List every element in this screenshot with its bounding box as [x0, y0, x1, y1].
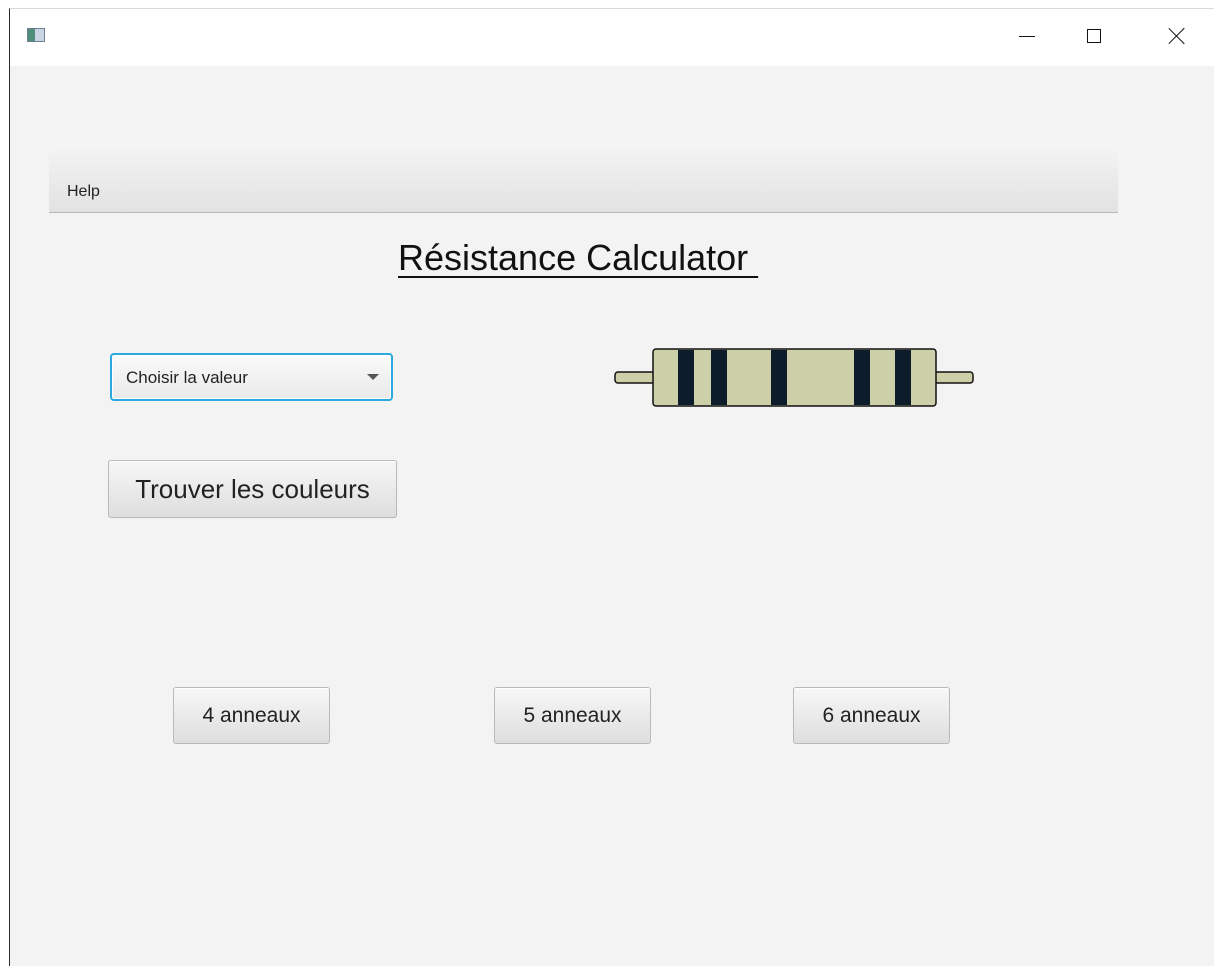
resistor-lead-left	[614, 371, 656, 384]
four-rings-button[interactable]: 4 anneaux	[173, 687, 330, 744]
minimize-icon	[1019, 35, 1035, 37]
maximize-icon	[1087, 29, 1101, 43]
value-select[interactable]: Choisir la valeur	[110, 353, 393, 401]
chevron-down-icon	[367, 374, 379, 380]
resistor-band	[711, 350, 727, 405]
resistor-lead-right	[932, 371, 974, 384]
title-bar[interactable]	[10, 9, 1214, 66]
resistor-band	[678, 350, 694, 405]
resistor-body	[652, 348, 937, 407]
resistor-band	[895, 350, 911, 405]
menu-bar: Help	[49, 145, 1118, 213]
resistor-band	[771, 350, 787, 405]
five-rings-button[interactable]: 5 anneaux	[494, 687, 651, 744]
menu-help[interactable]: Help	[65, 181, 102, 203]
maximize-button[interactable]	[1071, 9, 1117, 49]
resistor-band	[854, 350, 870, 405]
resistor-image	[614, 348, 974, 407]
app-icon	[27, 28, 45, 42]
find-colors-button[interactable]: Trouver les couleurs	[108, 460, 397, 518]
app-window: Help Résistance Calculator Choisir la va…	[9, 8, 1214, 966]
page-title: Résistance Calculator	[398, 237, 759, 278]
close-icon	[1168, 27, 1186, 45]
value-select-label: Choisir la valeur	[126, 368, 248, 387]
minimize-button[interactable]	[1004, 9, 1050, 49]
six-rings-button[interactable]: 6 anneaux	[793, 687, 950, 744]
close-button[interactable]	[1154, 9, 1200, 49]
